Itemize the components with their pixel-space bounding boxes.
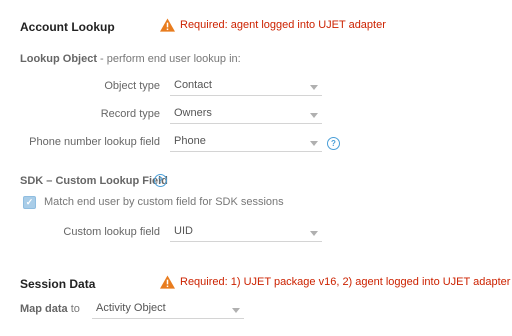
map-data-select[interactable]: Activity Object <box>92 301 244 319</box>
account-lookup-warning-text: Required: agent logged into UJET adapter <box>180 19 386 31</box>
chevron-down-icon <box>310 231 318 236</box>
phone-lookup-select[interactable]: Phone <box>170 134 322 152</box>
session-data-title: Session Data <box>20 277 96 291</box>
chevron-down-icon <box>310 113 318 118</box>
record-type-select[interactable]: Owners <box>170 106 322 124</box>
custom-lookup-select[interactable]: UID <box>170 224 322 242</box>
custom-lookup-value: UID <box>174 225 193 237</box>
record-type-label: Record type <box>100 108 160 120</box>
object-type-value: Contact <box>174 79 212 91</box>
help-circle-icon[interactable]: ? <box>327 137 340 150</box>
phone-lookup-label: Phone number lookup field <box>29 136 160 148</box>
map-data-label: Map data <box>20 303 68 315</box>
map-data-to: to <box>67 303 80 315</box>
chevron-down-icon <box>310 85 318 90</box>
session-data-warning: Required: 1) UJET package v16, 2) agent … <box>160 275 510 289</box>
account-lookup-warning: Required: agent logged into UJET adapter <box>160 18 386 32</box>
phone-lookup-value: Phone <box>174 135 206 147</box>
object-type-label: Object type <box>104 80 160 92</box>
lookup-object-desc: - perform end user lookup in: <box>97 53 241 65</box>
lookup-object-heading: Lookup Object - perform end user lookup … <box>20 53 241 65</box>
session-data-warning-text: Required: 1) UJET package v16, 2) agent … <box>180 276 511 288</box>
help-circle-icon[interactable]: ? <box>154 174 167 187</box>
warning-triangle-icon <box>160 18 175 32</box>
map-data-heading: Map data to <box>20 303 80 315</box>
custom-lookup-label: Custom lookup field <box>63 226 160 238</box>
lookup-object-label: Lookup Object <box>20 53 97 65</box>
sdk-lookup-title: SDK – Custom Lookup Field <box>20 175 168 187</box>
checkmark-icon: ✓ <box>25 197 34 207</box>
record-type-value: Owners <box>174 107 212 119</box>
warning-triangle-icon <box>160 275 175 289</box>
match-custom-field-checkbox[interactable]: ✓ <box>23 196 36 209</box>
chevron-down-icon <box>310 141 318 146</box>
account-lookup-title: Account Lookup <box>20 20 115 34</box>
match-custom-field-label: Match end user by custom field for SDK s… <box>44 196 284 208</box>
object-type-select[interactable]: Contact <box>170 78 322 96</box>
chevron-down-icon <box>232 308 240 313</box>
map-data-value: Activity Object <box>96 302 166 314</box>
